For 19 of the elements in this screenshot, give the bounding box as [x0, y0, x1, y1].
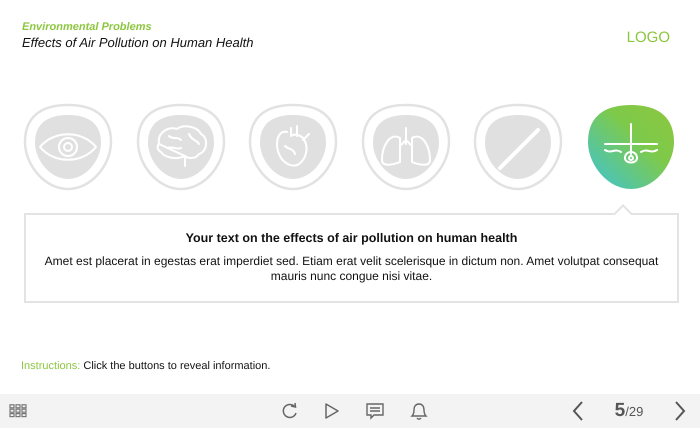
panel-heading: Your text on the effects of air pollution on human health: [186, 231, 518, 245]
comment-icon[interactable]: [366, 402, 384, 420]
panel-text: Amet est placerat in egestas erat imperdiet sed. Etiam erat velit scelerisque in dictum non. Amet volutpat consequat mauris nunc congue nisi vitae.: [44, 254, 659, 284]
hair-follicle-icon: [604, 123, 658, 164]
instructions-text: Instructions: Click the buttons to reveal information.: [21, 360, 272, 372]
heart-icon: [276, 125, 310, 167]
eye-icon: [39, 133, 97, 161]
page-counter: 5/29: [614, 400, 644, 422]
logo: LOGO: [626, 29, 670, 48]
play-icon[interactable]: [324, 402, 340, 420]
next-icon[interactable]: [674, 401, 686, 421]
replay-icon[interactable]: [282, 402, 298, 420]
brain-icon: [156, 125, 207, 167]
lungs-icon: [380, 127, 431, 166]
previous-icon[interactable]: [572, 401, 584, 421]
bell-icon[interactable]: [410, 402, 428, 420]
category-label: Environmental Problems: [22, 21, 153, 33]
page-title: Effects of Air Pollution on Human Health: [22, 35, 254, 50]
menu-grid-icon[interactable]: [9, 404, 27, 418]
